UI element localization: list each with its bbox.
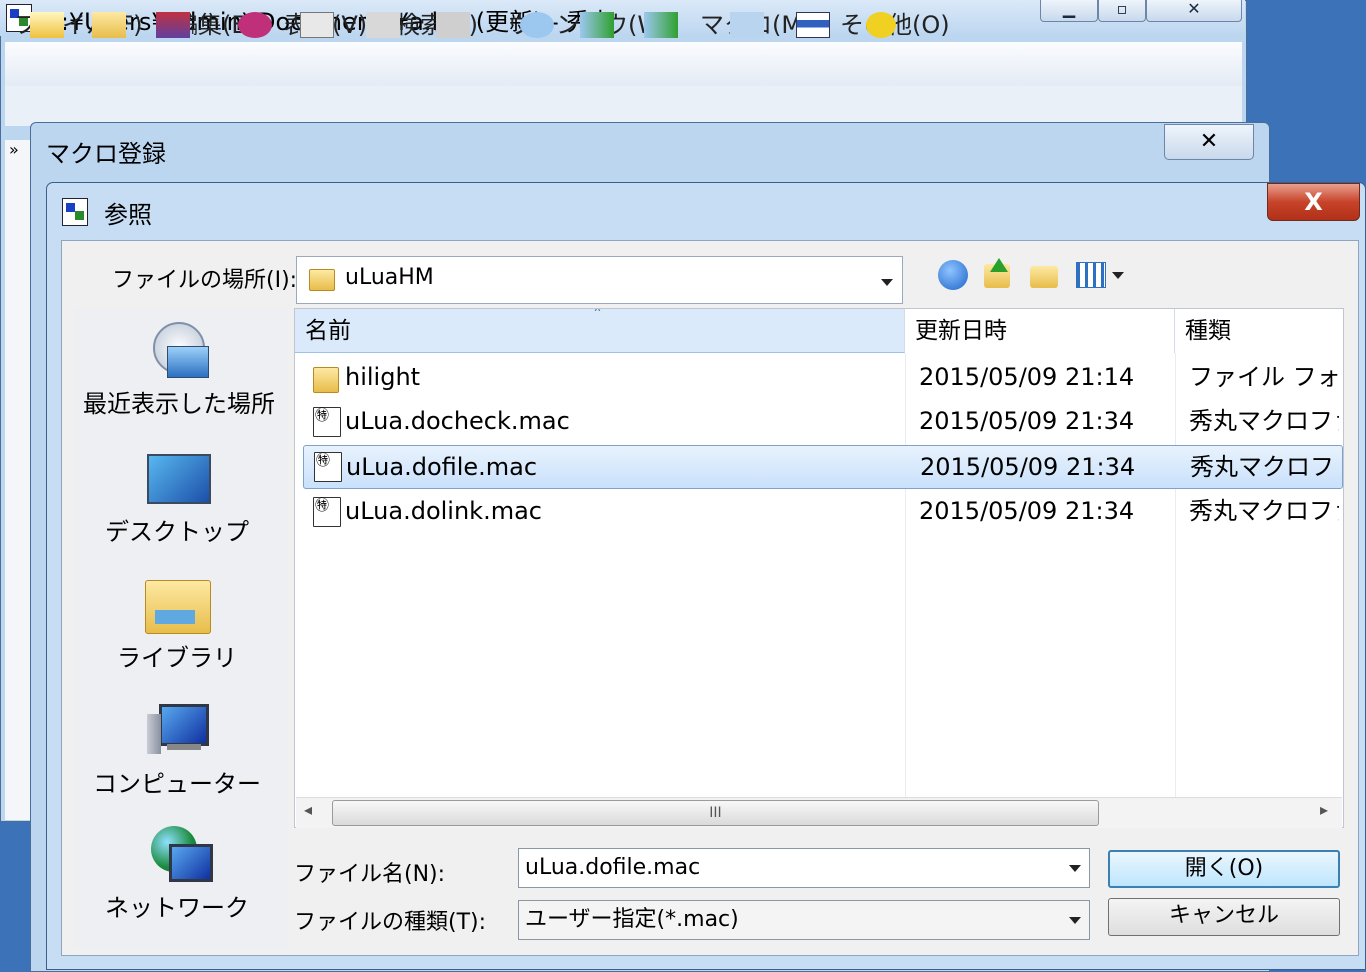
window-icon[interactable] <box>796 12 830 38</box>
column-header-date[interactable]: 更新日時 <box>905 309 1175 353</box>
place-recent[interactable]: 最近表示した場所 <box>72 322 286 419</box>
minimize-button[interactable]: ▁ <box>1040 0 1098 22</box>
new-folder-icon <box>1030 266 1058 288</box>
libraries-icon <box>145 576 211 634</box>
network-icon <box>145 826 213 884</box>
find-icon[interactable] <box>520 12 554 38</box>
chevron-down-icon <box>1112 272 1124 279</box>
file-date: 2015/05/09 21:34 <box>919 497 1135 525</box>
chevron-icon[interactable]: » <box>9 140 19 159</box>
file-list[interactable]: 名前 ˄ 更新日時 種類 hilight 2015/05/09 21:14 ファ… <box>294 308 1344 828</box>
file-row[interactable]: hilight 2015/05/09 21:14 ファイル フォルダー <box>301 355 1341 399</box>
folder-icon <box>313 367 339 393</box>
macro-file-icon <box>314 452 342 482</box>
view-menu-button[interactable] <box>1074 258 1130 292</box>
up-folder-button[interactable] <box>982 258 1018 292</box>
undo-icon[interactable] <box>238 12 272 38</box>
filename-value: uLua.dofile.mac <box>525 855 701 880</box>
desktop-icon <box>145 450 211 508</box>
chevron-down-icon[interactable] <box>1069 917 1081 924</box>
place-desktop[interactable]: デスクトップ <box>70 450 284 547</box>
file-row[interactable]: uLua.dolink.mac 2015/05/09 21:34 秀丸マクロファ… <box>301 489 1341 533</box>
file-type: ファイル フォルダー <box>1189 363 1339 391</box>
computer-icon <box>145 702 209 760</box>
place-network[interactable]: ネットワーク <box>70 826 284 923</box>
scrollbar-thumb[interactable]: III <box>332 800 1099 826</box>
chevron-down-icon[interactable] <box>1069 865 1081 872</box>
macro-dialog-close-button[interactable]: ✕ <box>1164 124 1254 160</box>
copy-icon[interactable] <box>300 12 334 38</box>
replace-icon[interactable] <box>730 12 764 38</box>
browse-dialog-close-button[interactable]: X <box>1267 183 1360 221</box>
recent-places-icon <box>147 322 211 380</box>
find-up-icon[interactable] <box>644 12 678 38</box>
macro-file-icon <box>313 407 341 437</box>
back-button[interactable] <box>936 258 972 292</box>
file-type: 秀丸マクロファイル <box>1189 497 1339 525</box>
paste-icon[interactable] <box>436 12 470 38</box>
maximize-button[interactable]: ▫ <box>1098 0 1146 22</box>
editor-close-button[interactable]: ✕ <box>1146 0 1242 22</box>
column-header-type[interactable]: 種類 <box>1175 309 1343 353</box>
file-name: uLua.dolink.mac <box>345 497 542 525</box>
sort-ascending-icon: ˄ <box>593 308 602 326</box>
file-date: 2015/05/09 21:34 <box>919 407 1135 435</box>
folder-icon <box>309 269 335 291</box>
browse-dialog-icon <box>62 198 88 226</box>
new-folder-button[interactable] <box>1028 258 1064 292</box>
lookin-value: uLuaHM <box>345 265 434 290</box>
browse-dialog-title: 参照 <box>104 201 152 229</box>
filename-input[interactable]: uLua.dofile.mac <box>518 848 1090 888</box>
find-down-icon[interactable] <box>580 12 614 38</box>
new-file-icon[interactable] <box>30 12 64 38</box>
file-type: 秀丸マクロファイル <box>1189 407 1339 435</box>
lookin-combobox[interactable]: uLuaHM <box>296 256 903 304</box>
editor-toolbar <box>5 86 1242 126</box>
cancel-button[interactable]: キャンセル <box>1108 898 1340 936</box>
filetype-select[interactable]: ユーザー指定(*.mac) <box>518 900 1090 940</box>
scroll-right-icon[interactable]: ▸ <box>1320 800 1328 819</box>
place-libraries[interactable]: ライブラリ <box>70 576 284 673</box>
file-date: 2015/05/09 21:14 <box>919 363 1135 391</box>
macro-file-icon <box>313 497 341 527</box>
open-button[interactable]: 開く(O) <box>1108 850 1340 888</box>
help-icon[interactable] <box>866 12 896 38</box>
file-date: 2015/05/09 21:34 <box>920 453 1136 481</box>
up-arrow-icon <box>990 258 1008 272</box>
editor-side-panel <box>5 140 32 820</box>
macro-dialog-title: マクロ登録 <box>46 140 166 168</box>
file-row[interactable]: uLua.docheck.mac 2015/05/09 21:34 秀丸マクロフ… <box>301 399 1341 443</box>
filetype-label: ファイルの種類(T): <box>294 910 487 935</box>
file-name: uLua.docheck.mac <box>345 407 570 435</box>
cut-icon[interactable] <box>366 12 400 38</box>
file-row-selected[interactable]: uLua.dofile.mac 2015/05/09 21:34 秀丸マクロファ… <box>303 445 1343 489</box>
save-icon[interactable] <box>156 12 190 38</box>
open-folder-icon[interactable] <box>92 12 126 38</box>
back-arrow-icon <box>938 260 968 290</box>
file-type: 秀丸マクロファイル <box>1190 453 1338 481</box>
chevron-down-icon[interactable] <box>881 279 893 286</box>
filename-label: ファイル名(N): <box>294 862 446 887</box>
file-name: uLua.dofile.mac <box>346 453 538 481</box>
place-computer[interactable]: コンピューター <box>70 702 284 799</box>
editor-menubar <box>5 42 1242 87</box>
file-name: hilight <box>345 363 421 391</box>
scroll-left-icon[interactable]: ◂ <box>304 800 312 819</box>
lookin-label: ファイルの場所(I): <box>112 268 298 293</box>
filetype-value: ユーザー指定(*.mac) <box>525 907 739 932</box>
view-grid-icon <box>1076 262 1106 288</box>
